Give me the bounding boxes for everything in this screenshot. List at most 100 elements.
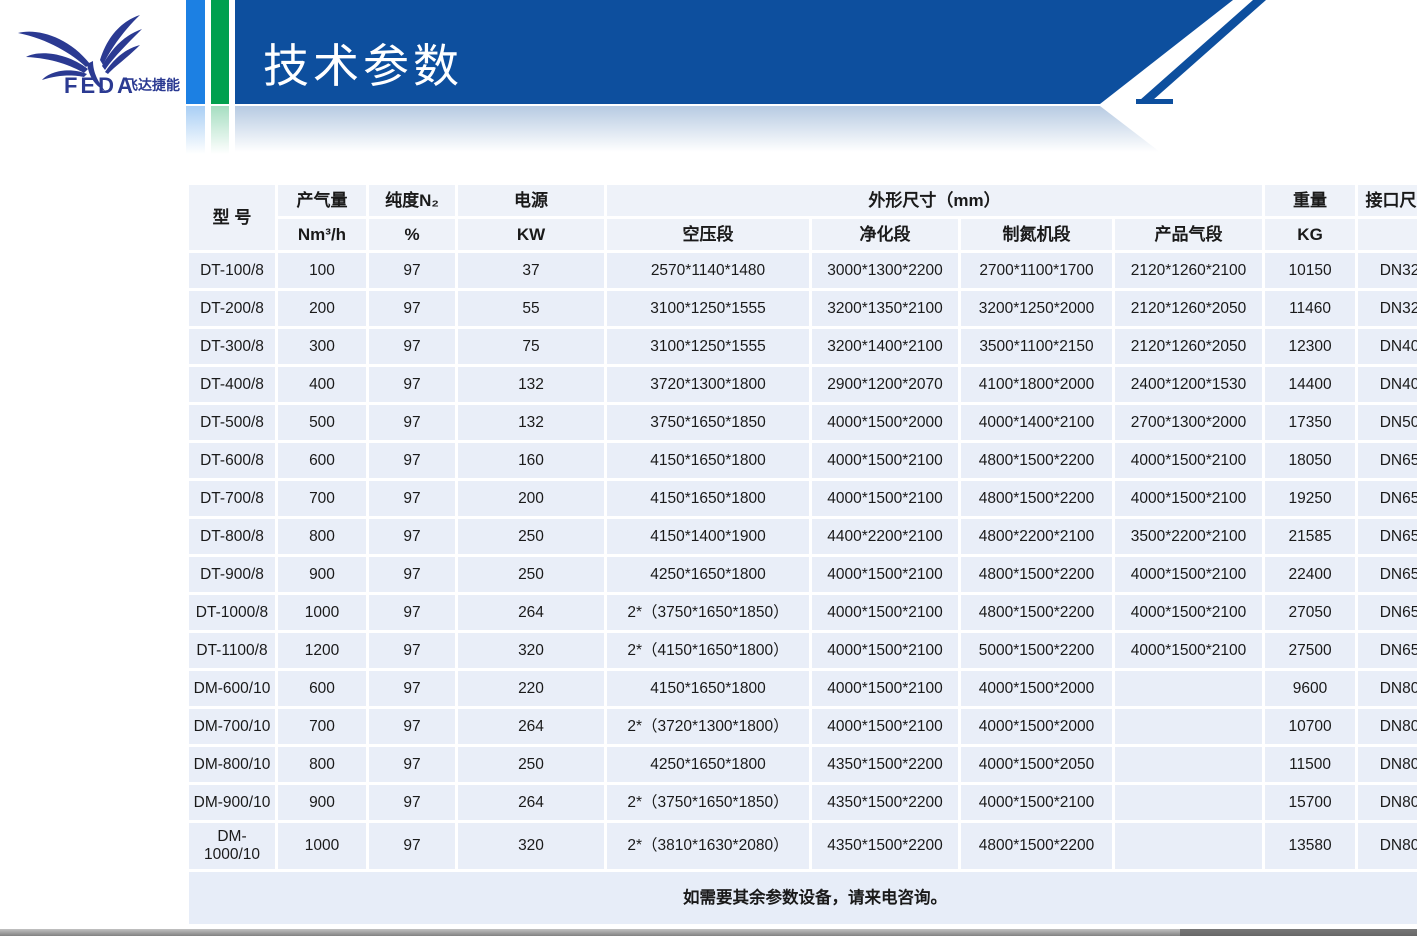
cell-flow-rate: 800 (278, 747, 366, 782)
blue-accent-bar (186, 0, 205, 104)
cell-product-gas-dims: 2120*1260*2050 (1115, 329, 1262, 364)
feda-wing-logo-icon: FEDA 飞达捷能 (8, 14, 180, 98)
cell-port-size: DN80 (1358, 823, 1417, 869)
col-header-power-unit: KW (458, 219, 604, 250)
cell-purity: 97 (369, 709, 455, 744)
cell-weight: 22400 (1265, 557, 1355, 592)
cell-compressor-dims: 4250*1650*1800 (607, 747, 809, 782)
cell-nitrogen-dims: 4000*1500*2050 (961, 747, 1112, 782)
cell-flow-rate: 400 (278, 367, 366, 402)
cell-model: DT-100/8 (189, 253, 275, 288)
col-header-port-empty (1358, 219, 1417, 250)
cell-compressor-dims: 2*（3750*1650*1850） (607, 785, 809, 820)
cell-compressor-dims: 2570*1140*1480 (607, 253, 809, 288)
col-header-dimensions: 外形尺寸（mm） (607, 185, 1262, 216)
cell-flow-rate: 100 (278, 253, 366, 288)
cell-nitrogen-dims: 4000*1400*2100 (961, 405, 1112, 440)
cell-purity: 97 (369, 633, 455, 668)
cell-model: DT-600/8 (189, 443, 275, 478)
cell-flow-rate: 1200 (278, 633, 366, 668)
cell-model: DM-700/10 (189, 709, 275, 744)
cell-product-gas-dims: 4000*1500*2100 (1115, 481, 1262, 516)
cell-model: DT-900/8 (189, 557, 275, 592)
cell-power: 264 (458, 595, 604, 630)
cell-nitrogen-dims: 4800*1500*2200 (961, 823, 1112, 869)
cell-purification-dims: 4000*1500*2100 (812, 709, 958, 744)
cell-purification-dims: 4000*1500*2100 (812, 557, 958, 592)
banner-reflection (235, 106, 1160, 152)
cell-weight: 18050 (1265, 443, 1355, 478)
cell-purity: 97 (369, 405, 455, 440)
spec-table-header: 型 号 产气量 纯度N₂ 电源 外形尺寸（mm） 重量 接口尺寸 Nm³/h %… (189, 185, 1417, 250)
cell-weight: 19250 (1265, 481, 1355, 516)
table-row: DM-1000/10 1000 97 320 2*（3810*1630*2080… (189, 823, 1417, 869)
cell-nitrogen-dims: 4100*1800*2000 (961, 367, 1112, 402)
cell-model: DT-800/8 (189, 519, 275, 554)
cell-flow-rate: 700 (278, 709, 366, 744)
cell-power: 160 (458, 443, 604, 478)
cell-port-size: DN80 (1358, 671, 1417, 706)
cell-purification-dims: 3200*1400*2100 (812, 329, 958, 364)
col-header-nitrogen-section: 制氮机段 (961, 219, 1112, 250)
page-title: 技术参数 (263, 22, 463, 104)
table-row: DT-1000/8 1000 97 264 2*（3750*1650*1850）… (189, 595, 1417, 630)
cell-weight: 21585 (1265, 519, 1355, 554)
cell-power: 37 (458, 253, 604, 288)
cell-product-gas-dims: 4000*1500*2100 (1115, 595, 1262, 630)
cell-power: 220 (458, 671, 604, 706)
cell-power: 132 (458, 405, 604, 440)
cell-power: 264 (458, 709, 604, 744)
cell-weight: 27050 (1265, 595, 1355, 630)
slide: FEDA 飞达捷能 技术参数 型 号 产气量 纯度N₂ 电源 外形尺寸（mm） … (0, 0, 1417, 936)
table-body: DT-100/8 100 97 37 2570*1140*1480 3000*1… (189, 253, 1417, 869)
cell-power: 250 (458, 519, 604, 554)
cell-purification-dims: 3000*1300*2200 (812, 253, 958, 288)
col-header-purification-section: 净化段 (812, 219, 958, 250)
cell-nitrogen-dims: 4800*1500*2200 (961, 595, 1112, 630)
cell-port-size: DN65 (1358, 633, 1417, 668)
cell-product-gas-dims: 4000*1500*2100 (1115, 633, 1262, 668)
contact-note: 如需要其余参数设备，请来电咨询。 (189, 872, 1417, 924)
cell-power: 264 (458, 785, 604, 820)
cell-flow-rate: 500 (278, 405, 366, 440)
col-header-weight: 重量 (1265, 185, 1355, 216)
cell-port-size: DN40 (1358, 329, 1417, 364)
cell-port-size: DN40 (1358, 367, 1417, 402)
cell-weight: 10700 (1265, 709, 1355, 744)
cell-purity: 97 (369, 557, 455, 592)
cell-nitrogen-dims: 3200*1250*2000 (961, 291, 1112, 326)
cell-nitrogen-dims: 4800*1500*2200 (961, 443, 1112, 478)
cell-model: DT-400/8 (189, 367, 275, 402)
cell-flow-rate: 900 (278, 785, 366, 820)
cell-flow-rate: 1000 (278, 823, 366, 869)
cell-port-size: DN65 (1358, 443, 1417, 478)
table-row: DM-800/10 800 97 250 4250*1650*1800 4350… (189, 747, 1417, 782)
cell-port-size: DN80 (1358, 709, 1417, 744)
cell-compressor-dims: 3100*1250*1555 (607, 329, 809, 364)
cell-model: DT-200/8 (189, 291, 275, 326)
cell-nitrogen-dims: 3500*1100*2150 (961, 329, 1112, 364)
cell-weight: 11460 (1265, 291, 1355, 326)
table-row: DT-800/8 800 97 250 4150*1400*1900 4400*… (189, 519, 1417, 554)
spec-table-container: 型 号 产气量 纯度N₂ 电源 外形尺寸（mm） 重量 接口尺寸 Nm³/h %… (186, 182, 1411, 927)
cell-port-size: DN65 (1358, 481, 1417, 516)
cell-product-gas-dims (1115, 747, 1262, 782)
cell-compressor-dims: 2*（3810*1630*2080） (607, 823, 809, 869)
cell-weight: 15700 (1265, 785, 1355, 820)
cell-product-gas-dims: 4000*1500*2100 (1115, 443, 1262, 478)
cell-purity: 97 (369, 785, 455, 820)
green-bar-reflection (211, 106, 229, 154)
col-header-flow-unit: Nm³/h (278, 219, 366, 250)
cell-power: 200 (458, 481, 604, 516)
cell-product-gas-dims: 2120*1260*2100 (1115, 253, 1262, 288)
cell-power: 320 (458, 823, 604, 869)
cell-product-gas-dims: 2400*1200*1530 (1115, 367, 1262, 402)
cell-weight: 11500 (1265, 747, 1355, 782)
table-row: DT-600/8 600 97 160 4150*1650*1800 4000*… (189, 443, 1417, 478)
cell-purity: 97 (369, 329, 455, 364)
cell-weight: 27500 (1265, 633, 1355, 668)
cell-weight: 9600 (1265, 671, 1355, 706)
cell-product-gas-dims: 2120*1260*2050 (1115, 291, 1262, 326)
cell-purification-dims: 4000*1500*2000 (812, 405, 958, 440)
blue-bar-reflection (186, 106, 205, 154)
